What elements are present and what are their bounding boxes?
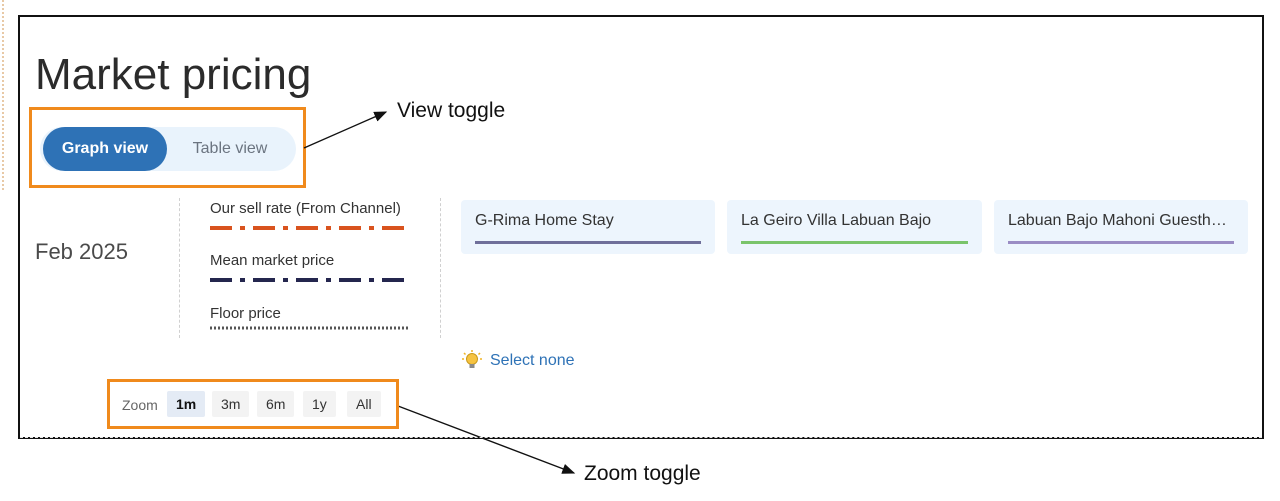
property-color-bar — [1008, 241, 1234, 244]
property-card-la-geiro[interactable]: La Geiro Villa Labuan Bajo — [727, 200, 982, 254]
legend-left-separator — [179, 198, 180, 338]
legend-label-sell-rate: Our sell rate (From Channel) — [210, 200, 401, 217]
view-toggle-annotation: View toggle — [397, 99, 506, 122]
view-toggle-highlight — [29, 107, 306, 188]
sell-rate-line-swatch — [210, 226, 410, 230]
legend-right-separator — [440, 198, 441, 338]
property-card-g-rima[interactable]: G-Rima Home Stay — [461, 200, 715, 254]
property-name: La Geiro Villa Labuan Bajo — [741, 212, 932, 229]
property-name: Labuan Bajo Mahoni Guestho… — [1008, 212, 1234, 229]
select-none-link[interactable]: Select none — [490, 352, 575, 370]
left-edge-decoration — [2, 0, 4, 190]
page-title: Market pricing — [35, 50, 312, 99]
legend-label-floor-price: Floor price — [210, 305, 281, 322]
property-name: G-Rima Home Stay — [475, 212, 614, 229]
chart-baseline — [20, 437, 1262, 438]
lightbulb-icon — [462, 350, 482, 368]
mean-market-line-swatch — [210, 278, 410, 282]
property-color-bar — [741, 241, 968, 244]
zoom-toggle-highlight — [107, 379, 399, 429]
legend-label-mean-market: Mean market price — [210, 252, 335, 269]
property-color-bar — [475, 241, 701, 244]
month-label: Feb 2025 — [35, 239, 128, 264]
zoom-toggle-annotation: Zoom toggle — [584, 462, 701, 485]
property-card-labuan-bajo-mahoni[interactable]: Labuan Bajo Mahoni Guestho… — [994, 200, 1248, 254]
floor-price-line-swatch — [210, 326, 410, 330]
